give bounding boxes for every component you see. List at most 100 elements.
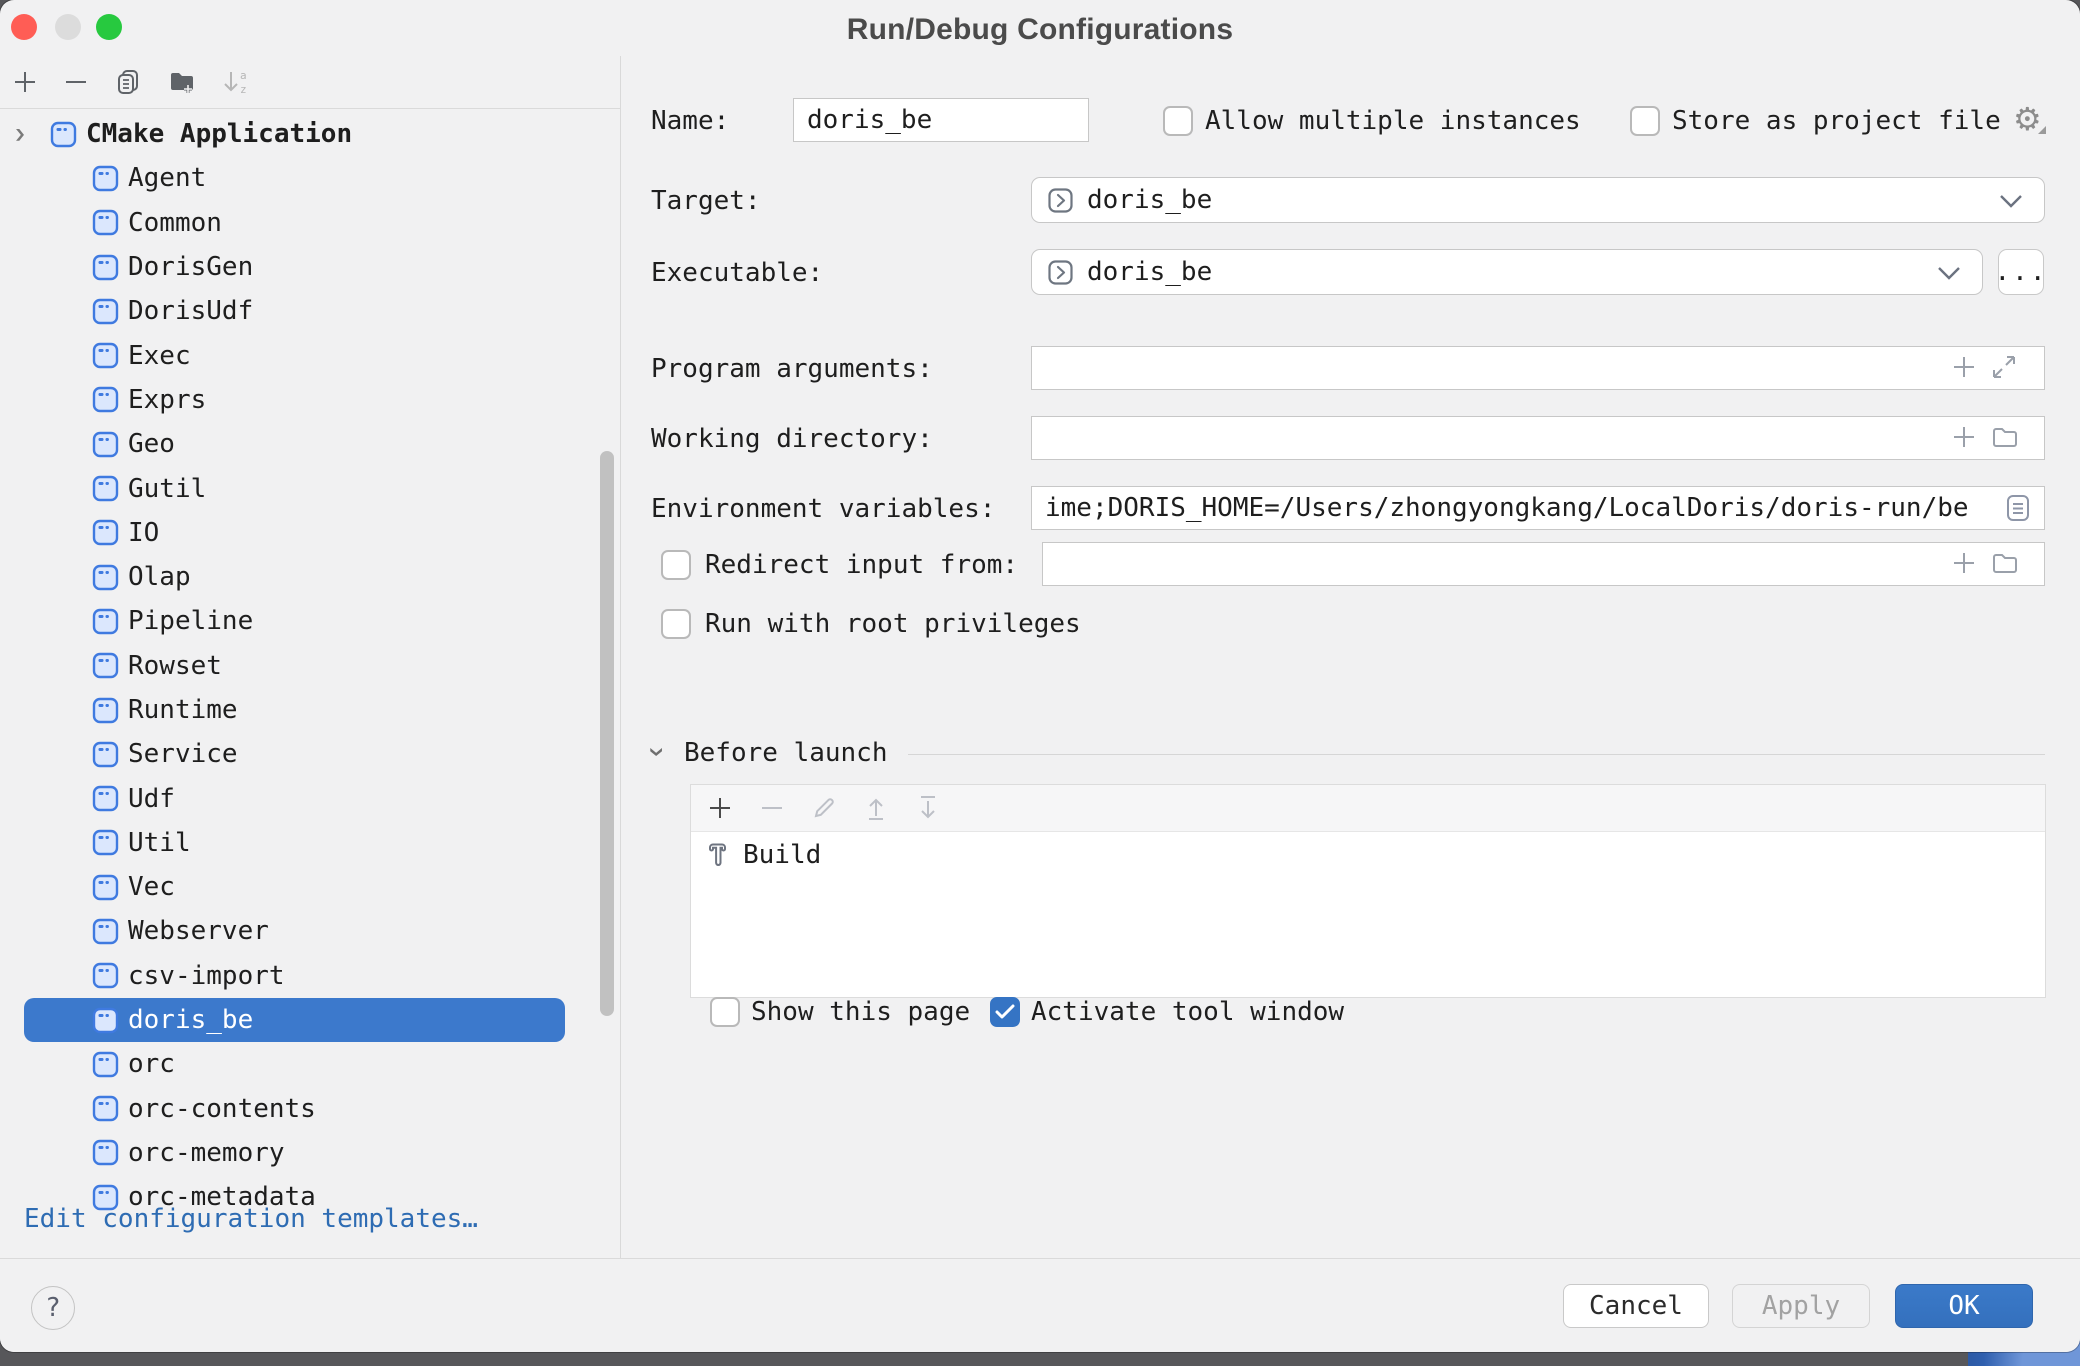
tree-item[interactable]: DorisGen [0, 245, 620, 289]
redirect-input-label: Redirect input from: [705, 550, 1018, 580]
add-configuration-button[interactable] [10, 67, 40, 97]
configurations-sidebar: a z ❯ CMake Application [0, 56, 620, 1258]
hammer-icon [705, 841, 733, 869]
edit-variables-icon[interactable] [2003, 493, 2033, 523]
tree-item-label: DorisUdf [128, 296, 253, 326]
allow-multiple-instances-checkbox[interactable] [1163, 106, 1193, 136]
tree-item-label: Service [128, 739, 238, 769]
browse-executable-button[interactable]: ... [1998, 249, 2044, 295]
executable-select[interactable]: doris_be [1031, 249, 1983, 295]
remove-configuration-button[interactable] [61, 67, 91, 97]
tree-item[interactable]: Olap [0, 555, 620, 599]
configuration-icon [92, 785, 119, 812]
store-as-project-file-checkbox[interactable] [1630, 106, 1660, 136]
activate-tool-window-checkbox[interactable] [990, 997, 1020, 1027]
move-task-down-icon [913, 793, 943, 823]
tree-item[interactable]: Util [0, 821, 620, 865]
tree-item[interactable]: Gutil [0, 466, 620, 510]
tree-item[interactable]: Rowset [0, 644, 620, 688]
tree-item-label: IO [128, 518, 159, 548]
tree-item[interactable]: DorisUdf [0, 289, 620, 333]
tree-item[interactable]: Webserver [0, 909, 620, 953]
tree-item-label: orc-contents [128, 1094, 316, 1124]
before-launch-title: Before launch [684, 738, 888, 768]
add-macro-icon[interactable] [1951, 354, 1977, 380]
question-mark-icon: ? [45, 1293, 61, 1323]
tree-item[interactable]: Runtime [0, 688, 620, 732]
tree-item[interactable]: Pipeline [0, 599, 620, 643]
tree-item-label: Webserver [128, 916, 269, 946]
remove-task-button [757, 793, 787, 823]
ok-button[interactable]: OK [1895, 1284, 2033, 1328]
configuration-icon [92, 829, 119, 856]
configuration-icon [92, 519, 119, 546]
tree-item-selected[interactable]: doris_be [24, 998, 565, 1042]
edit-configuration-templates-link[interactable]: Edit configuration templates… [24, 1204, 478, 1234]
add-macro-icon[interactable] [1951, 550, 1977, 576]
allow-multiple-instances-label: Allow multiple instances [1205, 106, 1581, 136]
working-directory-input[interactable] [1031, 416, 2045, 460]
redirect-input-checkbox[interactable] [661, 550, 691, 580]
target-select[interactable]: doris_be [1031, 177, 2045, 223]
executable-icon [1047, 259, 1074, 286]
tree-item-label: Exprs [128, 385, 206, 415]
tree-item[interactable]: Udf [0, 776, 620, 820]
configuration-icon [92, 386, 119, 413]
redirect-input-field[interactable] [1042, 542, 2045, 586]
environment-variables-input[interactable]: ime;DORIS_HOME=/Users/zhongyongkang/Loca… [1031, 486, 2045, 530]
add-macro-icon[interactable] [1951, 424, 1977, 450]
before-launch-collapse-icon[interactable]: ❯ [647, 746, 666, 758]
edit-task-pencil-icon [809, 793, 839, 823]
tree-item-label: orc-memory [128, 1138, 285, 1168]
tree-item[interactable]: orc-contents [0, 1087, 620, 1131]
configuration-icon [92, 962, 119, 989]
configuration-icon [92, 874, 119, 901]
tree-item[interactable]: Common [0, 201, 620, 245]
copy-configuration-button[interactable] [114, 67, 144, 97]
configuration-icon [92, 209, 119, 236]
tree-item[interactable]: IO [0, 511, 620, 555]
tree-item-label: Util [128, 828, 191, 858]
tree-root-label: CMake Application [86, 119, 352, 149]
tree-item-label: orc [128, 1049, 175, 1079]
tree-root-cmake-application[interactable]: ❯ CMake Application [0, 112, 620, 156]
working-directory-label: Working directory: [651, 424, 933, 454]
tree-item-label: Gutil [128, 474, 206, 504]
tree-item[interactable]: Geo [0, 422, 620, 466]
tree-item[interactable]: Service [0, 732, 620, 776]
tree-item[interactable]: csv-import [0, 954, 620, 998]
target-chevron-down-icon[interactable] [1999, 194, 2023, 208]
tree-item[interactable]: Agent [0, 156, 620, 200]
executable-chevron-down-icon[interactable] [1937, 266, 1961, 280]
tree-item[interactable]: Vec [0, 865, 620, 909]
cmake-application-icon [50, 121, 77, 148]
run-with-root-checkbox[interactable] [661, 609, 691, 639]
name-label: Name: [651, 106, 729, 136]
environment-variables-value: ime;DORIS_HOME=/Users/zhongyongkang/Loca… [1045, 493, 1969, 523]
chevron-down-icon[interactable]: ❯ [14, 125, 38, 144]
tree-item[interactable]: Exprs [0, 378, 620, 422]
program-arguments-input[interactable] [1031, 346, 2045, 390]
folder-browse-icon[interactable] [1991, 550, 2019, 576]
sidebar-scrollbar-thumb[interactable] [600, 451, 614, 1016]
cancel-button[interactable]: Cancel [1563, 1284, 1709, 1328]
new-folder-icon[interactable] [167, 67, 197, 97]
configuration-icon [92, 1095, 119, 1122]
tree-item-label: Geo [128, 429, 175, 459]
tree-item[interactable]: orc [0, 1042, 620, 1086]
tree-item-label: doris_be [128, 1005, 253, 1035]
tree-item[interactable]: Exec [0, 333, 620, 377]
dialog-title: Run/Debug Configurations [0, 13, 2080, 47]
tree-item[interactable]: orc-memory [0, 1131, 620, 1175]
environment-variables-label: Environment variables: [651, 494, 995, 524]
add-task-button[interactable] [705, 793, 735, 823]
tree-item-label: csv-import [128, 961, 285, 991]
help-button[interactable]: ? [31, 1286, 75, 1330]
expand-field-icon[interactable] [1991, 354, 2017, 380]
show-this-page-checkbox[interactable] [710, 997, 740, 1027]
folder-browse-icon[interactable] [1991, 424, 2019, 450]
store-options-button[interactable]: ⚙ [2013, 104, 2046, 134]
target-icon [1047, 187, 1074, 214]
before-launch-task-row[interactable]: Build [691, 832, 2045, 878]
name-input[interactable]: doris_be [793, 98, 1089, 142]
